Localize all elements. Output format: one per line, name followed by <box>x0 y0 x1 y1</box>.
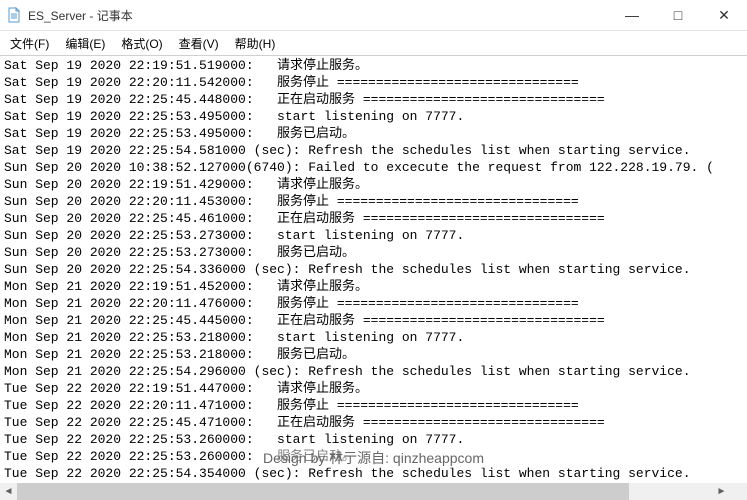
log-line: Sat Sep 19 2020 22:20:11.542000: 服务停止 ==… <box>4 74 743 91</box>
scroll-right-arrow[interactable]: ► <box>713 483 730 500</box>
log-line: Sat Sep 19 2020 22:25:53.495000: 服务已启动。 <box>4 125 743 142</box>
log-line: Sun Sep 20 2020 22:25:53.273000: start l… <box>4 227 743 244</box>
log-line: Mon Sep 21 2020 22:25:54.296000 (sec): R… <box>4 363 743 380</box>
log-line: Tue Sep 22 2020 22:25:45.471000: 正在启动服务 … <box>4 414 743 431</box>
log-line: Mon Sep 21 2020 22:19:51.452000: 请求停止服务。 <box>4 278 743 295</box>
window-controls: — □ ✕ <box>609 0 747 30</box>
menu-file[interactable]: 文件(F) <box>2 33 57 54</box>
log-line: Tue Sep 22 2020 22:20:11.471000: 服务停止 ==… <box>4 397 743 414</box>
log-line: Sun Sep 20 2020 22:20:11.453000: 服务停止 ==… <box>4 193 743 210</box>
log-line: Sat Sep 19 2020 22:25:53.495000: start l… <box>4 108 743 125</box>
log-line: Sun Sep 20 2020 10:38:52.127000(6740): F… <box>4 159 743 176</box>
log-line: Tue Sep 22 2020 22:19:51.447000: 请求停止服务。 <box>4 380 743 397</box>
menu-bar: 文件(F) 编辑(E) 格式(O) 查看(V) 帮助(H) <box>0 31 747 55</box>
horizontal-scrollbar[interactable]: ◄ ► <box>0 483 730 500</box>
menu-help[interactable]: 帮助(H) <box>227 33 284 54</box>
menu-view[interactable]: 查看(V) <box>171 33 227 54</box>
log-line: Mon Sep 21 2020 22:25:45.445000: 正在启动服务 … <box>4 312 743 329</box>
log-line: Sat Sep 19 2020 22:25:45.448000: 正在启动服务 … <box>4 91 743 108</box>
log-line: Sun Sep 20 2020 22:19:51.429000: 请求停止服务。 <box>4 176 743 193</box>
window-title: ES_Server - 记事本 <box>28 7 609 24</box>
log-line: Tue Sep 22 2020 22:25:53.260000: start l… <box>4 431 743 448</box>
menu-format[interactable]: 格式(O) <box>113 33 170 54</box>
scrollbar-corner <box>730 483 747 500</box>
title-bar: ES_Server - 记事本 — □ ✕ <box>0 0 747 31</box>
log-line: Sun Sep 20 2020 22:25:54.336000 (sec): R… <box>4 261 743 278</box>
log-line: Mon Sep 21 2020 22:25:53.218000: 服务已启动。 <box>4 346 743 363</box>
log-line: Tue Sep 22 2020 22:25:53.260000: 服务已启动。 <box>4 448 743 465</box>
scroll-thumb[interactable] <box>17 483 629 500</box>
close-button[interactable]: ✕ <box>701 0 747 30</box>
log-line: Sun Sep 20 2020 22:25:45.461000: 正在启动服务 … <box>4 210 743 227</box>
minimize-button[interactable]: — <box>609 0 655 30</box>
log-line: Tue Sep 22 2020 22:25:54.354000 (sec): R… <box>4 465 743 482</box>
scroll-left-arrow[interactable]: ◄ <box>0 483 17 500</box>
log-line: Mon Sep 21 2020 22:20:11.476000: 服务停止 ==… <box>4 295 743 312</box>
menu-edit[interactable]: 编辑(E) <box>57 33 113 54</box>
editor-area[interactable]: Sat Sep 19 2020 22:19:51.519000: 请求停止服务。… <box>0 55 747 485</box>
log-line: Sat Sep 19 2020 22:25:54.581000 (sec): R… <box>4 142 743 159</box>
notepad-icon <box>6 7 22 23</box>
maximize-button[interactable]: □ <box>655 0 701 30</box>
scroll-track[interactable] <box>17 483 713 500</box>
text-content[interactable]: Sat Sep 19 2020 22:19:51.519000: 请求停止服务。… <box>0 56 747 485</box>
log-line: Sat Sep 19 2020 22:19:51.519000: 请求停止服务。 <box>4 57 743 74</box>
log-line: Sun Sep 20 2020 22:25:53.273000: 服务已启动。 <box>4 244 743 261</box>
log-line: Mon Sep 21 2020 22:25:53.218000: start l… <box>4 329 743 346</box>
